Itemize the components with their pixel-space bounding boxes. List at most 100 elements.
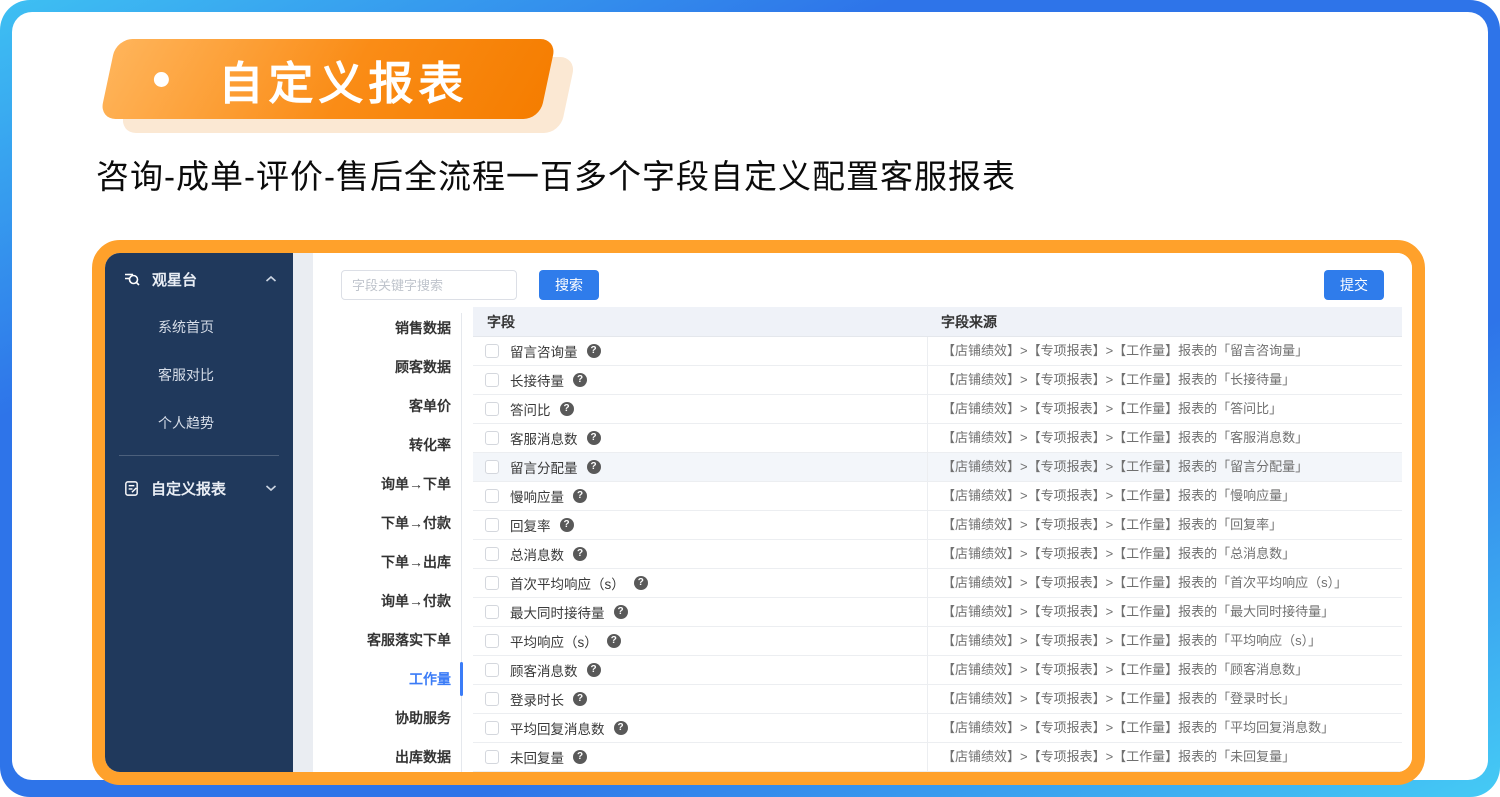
field-checkbox[interactable] [485,460,499,474]
field-checkbox[interactable] [485,402,499,416]
help-question-icon[interactable]: ? [633,576,648,590]
category-item[interactable]: 工作量 [313,660,453,699]
field-name: 总消息数 [510,548,564,563]
help-question-icon[interactable]: ? [573,489,587,503]
help-question-icon[interactable]: ? [573,547,587,561]
field-checkbox[interactable] [485,605,499,619]
table-row: 顾客消息数? 【店铺绩效】>【专项报表】>【工作量】报表的「顾客消息数」 [473,656,1402,685]
category-item[interactable]: 询单→下单 [313,465,453,504]
sidebar-item[interactable]: 个人趋势 [105,399,293,447]
field-name: 留言咨询量 [510,345,578,360]
field-keyword-search-input[interactable] [341,270,517,300]
category-item[interactable]: 出库数据 [313,738,453,772]
table-row: 平均响应（s）? 【店铺绩效】>【专项报表】>【工作量】报表的「平均响应（s）」 [473,627,1402,656]
category-item[interactable]: 下单→付款 [313,504,453,543]
table-row: 首次平均响应（s）? 【店铺绩效】>【专项报表】>【工作量】报表的「首次平均响应（… [473,569,1402,598]
field-checkbox[interactable] [485,634,499,648]
help-question-icon[interactable]: ? [586,663,601,677]
telescope-search-icon [123,270,141,288]
submit-button[interactable]: 提交 [1324,270,1384,300]
chevron-down-icon [265,484,277,492]
fields-table: 字段 字段来源 留言咨询量? 【店铺绩效】>【专项报表】>【工作量】报表的「留言咨… [473,307,1402,772]
category-item[interactable]: 转化率 [313,426,453,465]
field-checkbox[interactable] [485,692,499,706]
category-divider [461,313,462,772]
table-row: 答问比? 【店铺绩效】>【专项报表】>【工作量】报表的「答问比」 [473,395,1402,424]
page-background: 自定义报表 咨询-成单-评价-售后全流程一百多个字段自定义配置客服报表 观星台 … [12,12,1488,785]
decorative-blue-frame: 自定义报表 咨询-成单-评价-售后全流程一百多个字段自定义配置客服报表 观星台 … [0,0,1500,797]
bullet-dot-icon [154,71,169,87]
category-item[interactable]: 顾客数据 [313,348,453,387]
field-name: 登录时长 [510,693,564,708]
title-badge: 自定义报表 [99,39,577,133]
field-checkbox[interactable] [485,431,499,445]
field-name: 平均回复消息数 [510,722,605,737]
main-content: 搜索 提交 销售数据顾客数据客单价转化率询单→下单下单→付款下单→出库询单→付款… [313,253,1412,772]
field-source: 【店铺绩效】>【专项报表】>【工作量】报表的「登录时长」 [927,685,1402,713]
field-name: 平均响应（s） [510,635,598,650]
field-checkbox[interactable] [485,547,499,561]
table-row: 最大同时接待量? 【店铺绩效】>【专项报表】>【工作量】报表的「最大同时接待量」 [473,598,1402,627]
sidebar-item[interactable]: 客服对比 [105,351,293,399]
field-source: 【店铺绩效】>【专项报表】>【工作量】报表的「回复率」 [927,511,1402,539]
sidebar: 观星台 系统首页 客服对比 个人趋势 自定义报表 [105,253,293,772]
category-item[interactable]: 客单价 [313,387,453,426]
field-checkbox[interactable] [485,750,499,764]
field-source: 【店铺绩效】>【专项报表】>【工作量】报表的「长接待量」 [927,366,1402,394]
table-header-row: 字段 字段来源 [473,307,1402,337]
search-button[interactable]: 搜索 [539,270,599,300]
field-source: 【店铺绩效】>【专项报表】>【工作量】报表的「慢响应量」 [927,482,1402,510]
badge-plate: 自定义报表 [99,39,557,119]
sidebar-divider [119,455,279,456]
table-row: 留言咨询量? 【店铺绩效】>【专项报表】>【工作量】报表的「留言咨询量」 [473,337,1402,366]
field-source: 【店铺绩效】>【专项报表】>【工作量】报表的「答问比」 [927,395,1402,423]
category-item[interactable]: 协助服务 [313,699,453,738]
page-title: 自定义报表 [218,57,469,109]
field-name: 未回复量 [510,751,564,766]
category-item[interactable]: 销售数据 [313,309,453,348]
app-panel: 观星台 系统首页 客服对比 个人趋势 自定义报表 字段关键字搜索 搜索 提交 销… [92,240,1425,785]
field-name: 留言分配量 [510,461,578,476]
help-question-icon[interactable]: ? [573,750,587,764]
sidebar-group-guanxingtai[interactable]: 观星台 [105,255,293,303]
help-question-icon[interactable]: ? [606,634,621,648]
field-checkbox[interactable] [485,489,499,503]
field-name: 客服消息数 [510,432,578,447]
chevron-up-icon [265,275,277,283]
field-name: 慢响应量 [510,490,564,505]
field-name: 回复率 [510,519,551,534]
category-item[interactable]: 客服落实下单 [313,621,453,660]
sidebar-group-label: 自定义报表 [151,480,227,498]
field-checkbox[interactable] [485,721,499,735]
help-question-icon[interactable]: ? [573,373,587,387]
category-item[interactable]: 下单→出库 [313,543,453,582]
field-checkbox[interactable] [485,518,499,532]
field-checkbox[interactable] [485,373,499,387]
field-source: 【店铺绩效】>【专项报表】>【工作量】报表的「留言咨询量」 [927,337,1402,365]
field-name: 最大同时接待量 [510,606,605,621]
help-question-icon[interactable]: ? [613,721,628,735]
help-question-icon[interactable]: ? [586,344,601,358]
scrollbar-gutter[interactable] [293,253,313,772]
help-question-icon[interactable]: ? [586,431,601,445]
help-question-icon[interactable]: ? [559,518,574,532]
help-question-icon[interactable]: ? [586,460,601,474]
category-item[interactable]: 询单→付款 [313,582,453,621]
table-row: 慢响应量? 【店铺绩效】>【专项报表】>【工作量】报表的「慢响应量」 [473,482,1402,511]
help-question-icon[interactable]: ? [559,402,574,416]
field-name: 长接待量 [510,374,564,389]
sidebar-group-label: 观星台 [152,271,198,289]
field-source: 【店铺绩效】>【专项报表】>【工作量】报表的「首次平均响应（s）」 [927,569,1402,597]
field-checkbox[interactable] [485,576,499,590]
table-row: 登录时长? 【店铺绩效】>【专项报表】>【工作量】报表的「登录时长」 [473,685,1402,714]
help-question-icon[interactable]: ? [613,605,628,619]
help-question-icon[interactable]: ? [573,692,587,706]
field-source: 【店铺绩效】>【专项报表】>【工作量】报表的「平均响应（s）」 [927,627,1402,655]
sidebar-group-custom-report[interactable]: 自定义报表 [105,464,293,512]
field-checkbox[interactable] [485,344,499,358]
field-name: 首次平均响应（s） [510,577,625,592]
sidebar-item[interactable]: 系统首页 [105,303,293,351]
field-checkbox[interactable] [485,663,499,677]
field-source: 【店铺绩效】>【专项报表】>【工作量】报表的「总消息数」 [927,540,1402,568]
table-row: 长接待量? 【店铺绩效】>【专项报表】>【工作量】报表的「长接待量」 [473,366,1402,395]
